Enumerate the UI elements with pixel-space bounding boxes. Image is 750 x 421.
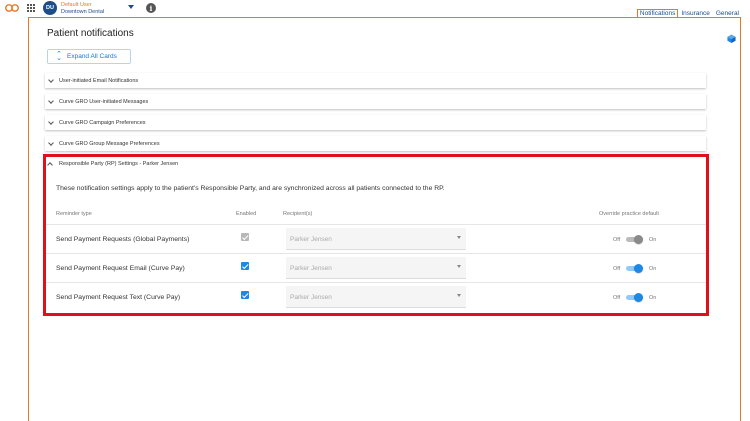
column-header-enabled: Enabled — [236, 211, 257, 217]
override-toggle[interactable] — [626, 264, 643, 273]
column-header-override: Override practice default — [599, 211, 659, 217]
enabled-checkbox[interactable] — [241, 262, 249, 270]
rp-description: These notification settings apply to the… — [56, 185, 445, 192]
expand-arrows-icon: ⌃ ⌄ — [56, 50, 62, 62]
cube-icon[interactable] — [727, 34, 736, 43]
recipient-select[interactable]: Parker Jensen — [286, 286, 466, 308]
toggle-off-label: Off — [613, 266, 621, 272]
expand-all-button[interactable]: ⌃ ⌄ Expand All Cards — [47, 49, 131, 64]
recipient-select[interactable]: Parker Jensen — [286, 257, 466, 279]
top-bar: DU Default User Downtown Dental i Notifi… — [0, 0, 750, 18]
override-toggle[interactable] — [626, 235, 643, 244]
section-label: User-initiated Email Notifications — [59, 77, 139, 84]
section-gro-group-message-preferences[interactable]: Curve GRO Group Message Preferences — [45, 136, 706, 151]
user-switcher[interactable]: DU Default User Downtown Dental — [43, 1, 139, 16]
section-gro-user-messages[interactable]: Curve GRO User-initiated Messages — [45, 94, 706, 109]
rp-settings-card: Responsible Party (RP) Settings - Parker… — [43, 154, 709, 316]
section-gro-campaign-preferences[interactable]: Curve GRO Campaign Preferences — [45, 115, 706, 130]
chevron-down-icon — [48, 141, 53, 146]
table-row: Send Payment Requests (Global Payments) … — [46, 224, 706, 253]
reminder-type-label: Send Payment Request Text (Curve Pay) — [56, 294, 181, 301]
chevron-down-icon — [128, 5, 134, 9]
caret-down-icon — [457, 265, 461, 268]
toggle-off-label: Off — [613, 237, 621, 243]
column-header-reminder-type: Reminder type — [56, 211, 92, 217]
user-office: Downtown Dental — [61, 8, 105, 15]
toggle-on-label: On — [649, 237, 657, 243]
toggle-on-label: On — [649, 266, 657, 272]
rp-settings-header[interactable]: Responsible Party (RP) Settings - Parker… — [46, 157, 706, 170]
caret-down-icon — [457, 236, 461, 239]
section-label: Curve GRO Group Message Preferences — [59, 140, 160, 147]
enabled-checkbox[interactable] — [241, 291, 249, 299]
info-icon[interactable]: i — [146, 3, 156, 13]
page-title: Patient notifications — [47, 28, 134, 39]
override-toggle[interactable] — [626, 293, 643, 302]
expand-all-label: Expand All Cards — [67, 53, 117, 60]
section-email-notifications[interactable]: User-initiated Email Notifications — [45, 73, 706, 88]
reminder-type-label: Send Payment Request Email (Curve Pay) — [56, 265, 185, 272]
toggle-on-label: On — [649, 295, 657, 301]
rp-header-label: Responsible Party (RP) Settings - Parker… — [59, 160, 179, 167]
enabled-checkbox[interactable] — [241, 233, 249, 241]
recipient-select[interactable]: Parker Jensen — [286, 228, 466, 250]
section-label: Curve GRO Campaign Preferences — [59, 119, 146, 126]
table-row: Send Payment Request Email (Curve Pay) P… — [46, 253, 706, 282]
avatar: DU — [43, 1, 57, 15]
chevron-down-icon — [48, 78, 53, 83]
curve-logo-icon[interactable] — [5, 3, 19, 13]
notifications-panel: Patient notifications ⌃ ⌄ Expand All Card… — [28, 17, 741, 421]
apps-grid-icon[interactable] — [27, 4, 35, 12]
caret-down-icon — [457, 294, 461, 297]
toggle-off-label: Off — [613, 295, 621, 301]
table-row: Send Payment Request Text (Curve Pay) Pa… — [46, 282, 706, 311]
user-name: Default User — [61, 2, 92, 8]
chevron-down-icon — [48, 120, 53, 125]
recipient-value: Parker Jensen — [290, 236, 332, 243]
recipient-value: Parker Jensen — [290, 265, 332, 272]
column-header-recipients: Recipient(s) — [283, 211, 313, 217]
chevron-up-icon — [47, 161, 52, 166]
reminder-type-label: Send Payment Requests (Global Payments) — [56, 236, 190, 243]
section-label: Curve GRO User-initiated Messages — [59, 98, 149, 105]
chevron-down-icon — [48, 99, 53, 104]
recipient-value: Parker Jensen — [290, 294, 332, 301]
